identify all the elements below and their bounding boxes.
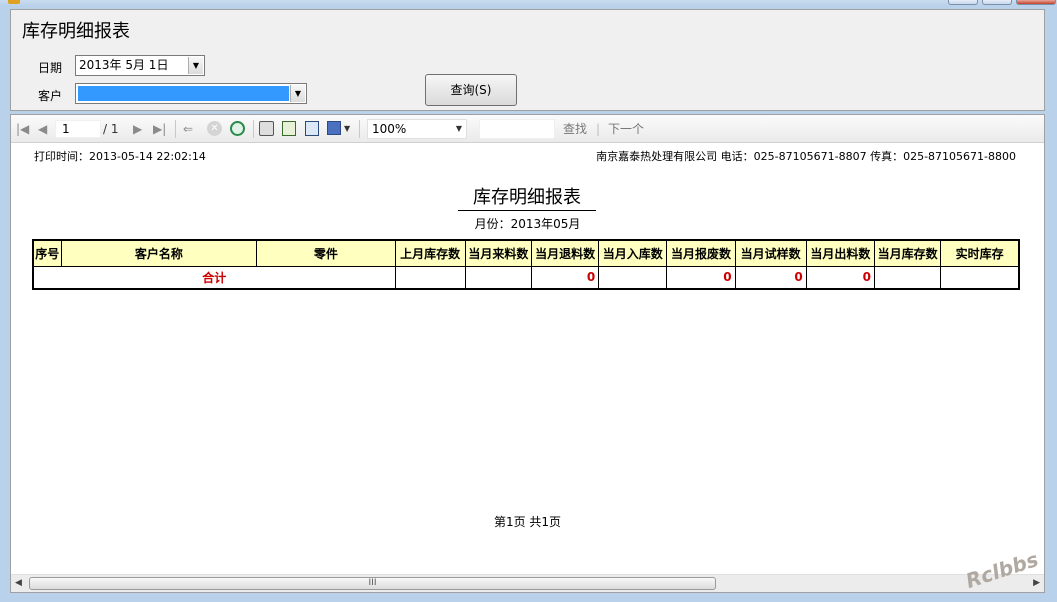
refresh-icon[interactable] [230,121,245,136]
stock-detail-table: 序号 客户名称 零件 上月库存数 当月来料数 当月退料数 当月入库数 当月报废数… [32,239,1020,290]
total-stocked-in [598,265,668,290]
back-icon[interactable]: ⇐ [183,122,193,136]
page-setup-icon[interactable] [305,121,319,136]
column-header: 实时库存 [940,239,1020,267]
toolbar-separator [359,120,360,138]
first-page-icon[interactable]: |◀ [16,122,29,136]
report-month: 月份：2013年05月 [474,217,581,231]
report-title: 库存明细报表 [458,183,596,211]
scroll-left-icon[interactable]: ◀ [15,578,22,588]
print-layout-icon[interactable] [282,121,296,136]
form-title: 库存明细报表 [22,21,130,42]
maximize-button[interactable] [982,0,1012,5]
total-scrapped: 0 [666,265,736,290]
print-icon[interactable] [259,121,274,136]
zoom-value: 100% [372,122,407,136]
query-form-panel: 库存明细报表 日期 2013年 5月 1日 ▼ 客户 ▼ 查询(S) [10,9,1045,111]
zoom-select[interactable]: 100% ▼ [367,119,467,139]
total-shipped: 0 [805,265,875,290]
column-header: 当月来料数 [464,239,532,267]
toolbar-separator [175,120,176,138]
scroll-right-icon[interactable]: ▶ [1033,578,1040,588]
column-header: 当月出料数 [805,239,875,267]
column-header: 当月试样数 [734,239,807,267]
prev-page-icon[interactable]: ◀ [38,122,47,136]
total-row: 合计 0 0 0 0 [32,265,1020,290]
zoom-dropdown-icon[interactable]: ▼ [456,120,462,138]
page-footer: 第1页 共1页 [493,515,562,529]
toolbar-separator [253,120,254,138]
find-input[interactable] [479,119,555,139]
column-header: 客户名称 [60,239,258,267]
column-header: 当月退料数 [530,239,600,267]
export-dropdown-icon[interactable]: ▼ [344,122,350,136]
company-info: 南京嘉泰热处理有限公司 电话：025-87105671-8807 传真：025-… [596,150,1016,163]
customer-dropdown-icon[interactable]: ▼ [290,85,305,102]
minimize-button[interactable] [948,0,978,5]
column-header: 当月入库数 [598,239,668,267]
column-header: 当月库存数 [873,239,942,267]
report-toolbar: |◀ ◀ 1 / 1 ▶ ▶| ⇐ ✕ ▼ 100% ▼ 查找 | 下一个 [11,115,1044,143]
stop-icon[interactable]: ✕ [207,121,222,136]
customer-label: 客户 [38,89,63,103]
export-icon[interactable] [327,121,341,135]
page-number-input[interactable]: 1 [55,120,101,138]
find-separator: | [596,122,601,136]
table-header-row: 序号 客户名称 零件 上月库存数 当月来料数 当月退料数 当月入库数 当月报废数… [32,239,1020,267]
total-last-month-stock [394,265,466,290]
total-samples: 0 [734,265,807,290]
column-header: 序号 [32,239,62,267]
total-received [464,265,532,290]
find-link[interactable]: 查找 [563,122,587,136]
report-viewer: |◀ ◀ 1 / 1 ▶ ▶| ⇐ ✕ ▼ 100% ▼ 查找 | 下一个 打印… [10,114,1045,593]
date-value: 2013年 5月 1日 [79,58,169,72]
total-live-stock [940,265,1020,290]
column-header: 当月报废数 [666,239,736,267]
column-header: 零件 [256,239,396,267]
last-page-icon[interactable]: ▶| [153,122,166,136]
print-time: 打印时间：2013-05-14 22:02:14 [34,150,206,163]
scroll-thumb[interactable]: III [29,577,716,590]
horizontal-scrollbar[interactable]: ◀ III ▶ [11,574,1044,592]
query-button[interactable]: 查询(S) [425,74,517,106]
date-label: 日期 [38,61,63,75]
total-label: 合计 [32,265,396,290]
total-returned: 0 [530,265,600,290]
find-next-link[interactable]: 下一个 [608,122,644,136]
total-month-stock [873,265,942,290]
customer-select[interactable]: ▼ [75,83,307,104]
next-page-icon[interactable]: ▶ [133,122,142,136]
column-header: 上月库存数 [394,239,466,267]
window-titlebar [0,0,1057,5]
date-dropdown-icon[interactable]: ▼ [188,57,203,74]
customer-selection-highlight [78,86,289,101]
date-picker[interactable]: 2013年 5月 1日 ▼ [75,55,205,76]
total-pages-label: / 1 [103,122,119,136]
app-icon [8,0,20,4]
close-button[interactable] [1016,0,1056,5]
